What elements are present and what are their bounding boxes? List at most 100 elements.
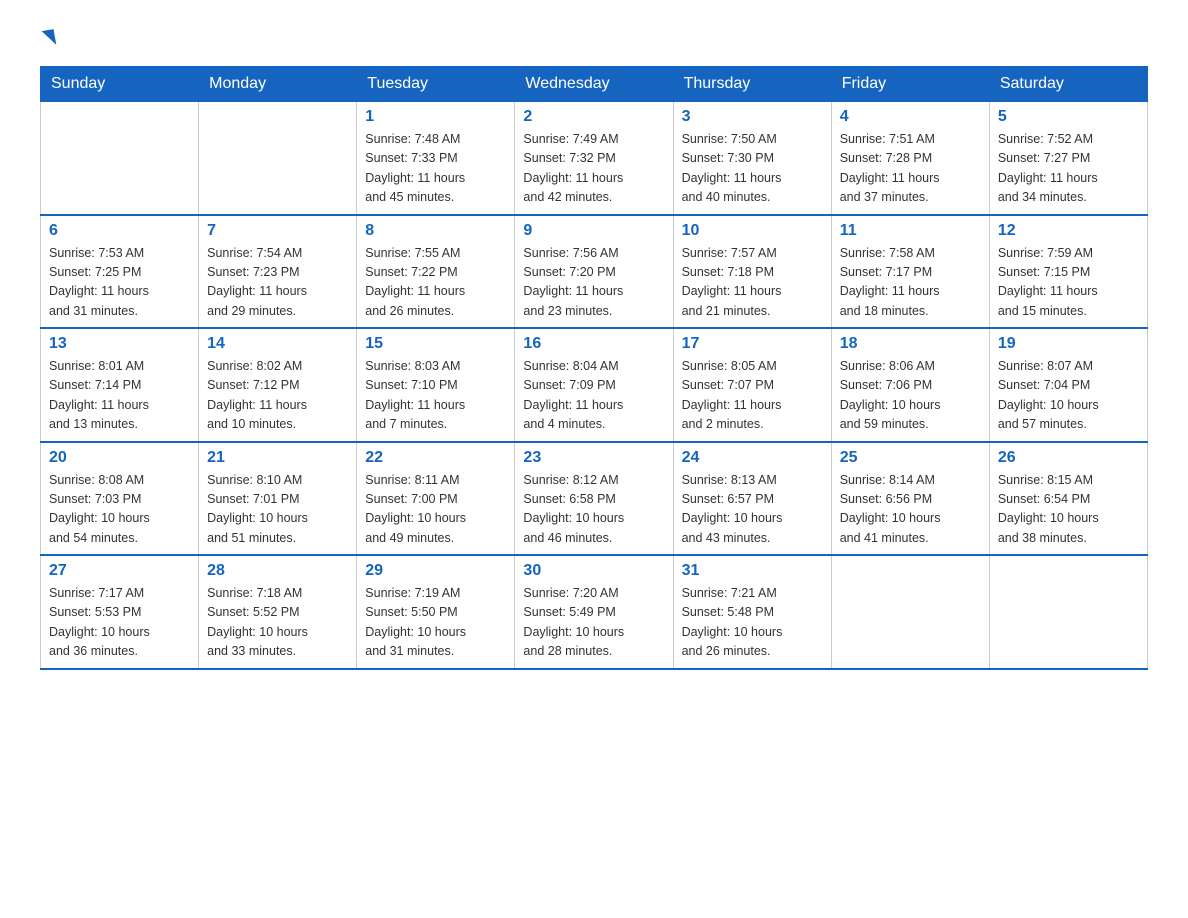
day-info: Sunrise: 8:12 AMSunset: 6:58 PMDaylight:… xyxy=(523,471,664,549)
day-cell: 25Sunrise: 8:14 AMSunset: 6:56 PMDayligh… xyxy=(831,442,989,556)
day-number: 24 xyxy=(682,449,823,467)
day-cell: 5 Sunrise: 7:52 AMSunset: 7:27 PMDaylight… xyxy=(989,102,1147,215)
day-number: 15 xyxy=(365,335,506,353)
day-info: Sunrise: 8:06 AMSunset: 7:06 PMDaylight:… xyxy=(840,357,981,435)
day-cell: 26Sunrise: 8:15 AMSunset: 6:54 PMDayligh… xyxy=(989,442,1147,556)
day-number: 17 xyxy=(682,335,823,353)
day-cell: 28Sunrise: 7:18 AMSunset: 5:52 PMDayligh… xyxy=(199,555,357,669)
week-row-5: 27 Sunrise: 7:17 AMSunset: 5:53 PMDayligh… xyxy=(41,555,1148,669)
day-cell: 15 Sunrise: 8:03 AMSunset: 7:10 PMDayligh… xyxy=(357,328,515,442)
day-number: 23 xyxy=(523,449,664,467)
day-number: 27 xyxy=(49,562,190,580)
day-number: 7 xyxy=(207,222,348,240)
day-info: Sunrise: 7:56 AMSunset: 7:20 PMDaylight:… xyxy=(523,244,664,322)
day-info: Sunrise: 8:07 AMSunset: 7:04 PMDaylight:… xyxy=(998,357,1139,435)
day-number: 8 xyxy=(365,222,506,240)
day-number: 16 xyxy=(523,335,664,353)
day-info: Sunrise: 8:01 AMSunset: 7:14 PMDaylight:… xyxy=(49,357,190,435)
header-cell-friday: Friday xyxy=(831,67,989,102)
day-number: 11 xyxy=(840,222,981,240)
day-info: Sunrise: 8:05 AMSunset: 7:07 PMDaylight:… xyxy=(682,357,823,435)
day-cell: 20 Sunrise: 8:08 AMSunset: 7:03 PMDayligh… xyxy=(41,442,199,556)
header-cell-sunday: Sunday xyxy=(41,67,199,102)
day-cell: 18 Sunrise: 8:06 AMSunset: 7:06 PMDayligh… xyxy=(831,328,989,442)
day-info: Sunrise: 7:58 AMSunset: 7:17 PMDaylight:… xyxy=(840,244,981,322)
day-cell: 4 Sunrise: 7:51 AMSunset: 7:28 PMDaylight… xyxy=(831,102,989,215)
day-cell: 16 Sunrise: 8:04 AMSunset: 7:09 PMDayligh… xyxy=(515,328,673,442)
day-info: Sunrise: 7:50 AMSunset: 7:30 PMDaylight:… xyxy=(682,130,823,208)
calendar-header: SundayMondayTuesdayWednesdayThursdayFrid… xyxy=(41,67,1148,102)
day-number: 20 xyxy=(49,449,190,467)
header-cell-tuesday: Tuesday xyxy=(357,67,515,102)
day-number: 4 xyxy=(840,108,981,126)
day-info: Sunrise: 7:17 AMSunset: 5:53 PMDaylight:… xyxy=(49,584,190,662)
calendar-table: SundayMondayTuesdayWednesdayThursdayFrid… xyxy=(40,66,1148,670)
day-cell: 19 Sunrise: 8:07 AMSunset: 7:04 PMDayligh… xyxy=(989,328,1147,442)
day-info: Sunrise: 7:53 AMSunset: 7:25 PMDaylight:… xyxy=(49,244,190,322)
day-cell: 17 Sunrise: 8:05 AMSunset: 7:07 PMDayligh… xyxy=(673,328,831,442)
day-cell: 24 Sunrise: 8:13 AMSunset: 6:57 PMDayligh… xyxy=(673,442,831,556)
day-cell xyxy=(831,555,989,669)
day-number: 26 xyxy=(998,449,1139,467)
day-info: Sunrise: 7:20 AMSunset: 5:49 PMDaylight:… xyxy=(523,584,664,662)
day-info: Sunrise: 8:11 AMSunset: 7:00 PMDaylight:… xyxy=(365,471,506,549)
logo xyxy=(40,30,68,46)
day-info: Sunrise: 7:18 AMSunset: 5:52 PMDaylight:… xyxy=(207,584,348,662)
day-cell: 23 Sunrise: 8:12 AMSunset: 6:58 PMDayligh… xyxy=(515,442,673,556)
day-number: 6 xyxy=(49,222,190,240)
header-cell-monday: Monday xyxy=(199,67,357,102)
day-info: Sunrise: 8:14 AMSunset: 6:56 PMDaylight:… xyxy=(840,471,981,549)
day-cell: 7 Sunrise: 7:54 AMSunset: 7:23 PMDaylight… xyxy=(199,215,357,329)
day-info: Sunrise: 8:02 AMSunset: 7:12 PMDaylight:… xyxy=(207,357,348,435)
day-number: 31 xyxy=(682,562,823,580)
day-info: Sunrise: 7:52 AMSunset: 7:27 PMDaylight:… xyxy=(998,130,1139,208)
day-number: 18 xyxy=(840,335,981,353)
week-row-1: 1Sunrise: 7:48 AMSunset: 7:33 PMDaylight… xyxy=(41,102,1148,215)
day-number: 9 xyxy=(523,222,664,240)
day-cell: 29Sunrise: 7:19 AMSunset: 5:50 PMDayligh… xyxy=(357,555,515,669)
day-number: 30 xyxy=(523,562,664,580)
day-cell: 31 Sunrise: 7:21 AMSunset: 5:48 PMDayligh… xyxy=(673,555,831,669)
day-cell: 21 Sunrise: 8:10 AMSunset: 7:01 PMDayligh… xyxy=(199,442,357,556)
day-info: Sunrise: 7:54 AMSunset: 7:23 PMDaylight:… xyxy=(207,244,348,322)
day-number: 5 xyxy=(998,108,1139,126)
day-cell: 1Sunrise: 7:48 AMSunset: 7:33 PMDaylight… xyxy=(357,102,515,215)
day-number: 3 xyxy=(682,108,823,126)
day-info: Sunrise: 7:51 AMSunset: 7:28 PMDaylight:… xyxy=(840,130,981,208)
day-number: 14 xyxy=(207,335,348,353)
day-cell: 27 Sunrise: 7:17 AMSunset: 5:53 PMDayligh… xyxy=(41,555,199,669)
day-info: Sunrise: 7:55 AMSunset: 7:22 PMDaylight:… xyxy=(365,244,506,322)
logo-triangle-icon xyxy=(42,29,57,47)
page-header xyxy=(40,30,1148,46)
day-info: Sunrise: 7:19 AMSunset: 5:50 PMDaylight:… xyxy=(365,584,506,662)
day-cell: 9 Sunrise: 7:56 AMSunset: 7:20 PMDaylight… xyxy=(515,215,673,329)
day-cell: 2 Sunrise: 7:49 AMSunset: 7:32 PMDaylight… xyxy=(515,102,673,215)
day-cell xyxy=(199,102,357,215)
day-number: 2 xyxy=(523,108,664,126)
day-cell xyxy=(989,555,1147,669)
day-cell: 13 Sunrise: 8:01 AMSunset: 7:14 PMDayligh… xyxy=(41,328,199,442)
day-number: 19 xyxy=(998,335,1139,353)
day-info: Sunrise: 8:04 AMSunset: 7:09 PMDaylight:… xyxy=(523,357,664,435)
day-cell: 22 Sunrise: 8:11 AMSunset: 7:00 PMDayligh… xyxy=(357,442,515,556)
day-cell: 8 Sunrise: 7:55 AMSunset: 7:22 PMDaylight… xyxy=(357,215,515,329)
day-info: Sunrise: 8:10 AMSunset: 7:01 PMDaylight:… xyxy=(207,471,348,549)
day-cell xyxy=(41,102,199,215)
day-cell: 3 Sunrise: 7:50 AMSunset: 7:30 PMDaylight… xyxy=(673,102,831,215)
day-info: Sunrise: 7:49 AMSunset: 7:32 PMDaylight:… xyxy=(523,130,664,208)
day-number: 22 xyxy=(365,449,506,467)
day-info: Sunrise: 8:08 AMSunset: 7:03 PMDaylight:… xyxy=(49,471,190,549)
header-cell-wednesday: Wednesday xyxy=(515,67,673,102)
day-cell: 11 Sunrise: 7:58 AMSunset: 7:17 PMDayligh… xyxy=(831,215,989,329)
header-cell-thursday: Thursday xyxy=(673,67,831,102)
header-row: SundayMondayTuesdayWednesdayThursdayFrid… xyxy=(41,67,1148,102)
day-number: 21 xyxy=(207,449,348,467)
day-info: Sunrise: 7:48 AMSunset: 7:33 PMDaylight:… xyxy=(365,130,506,208)
day-info: Sunrise: 8:03 AMSunset: 7:10 PMDaylight:… xyxy=(365,357,506,435)
day-number: 12 xyxy=(998,222,1139,240)
day-number: 10 xyxy=(682,222,823,240)
day-info: Sunrise: 7:21 AMSunset: 5:48 PMDaylight:… xyxy=(682,584,823,662)
day-number: 13 xyxy=(49,335,190,353)
day-info: Sunrise: 7:57 AMSunset: 7:18 PMDaylight:… xyxy=(682,244,823,322)
day-info: Sunrise: 8:13 AMSunset: 6:57 PMDaylight:… xyxy=(682,471,823,549)
